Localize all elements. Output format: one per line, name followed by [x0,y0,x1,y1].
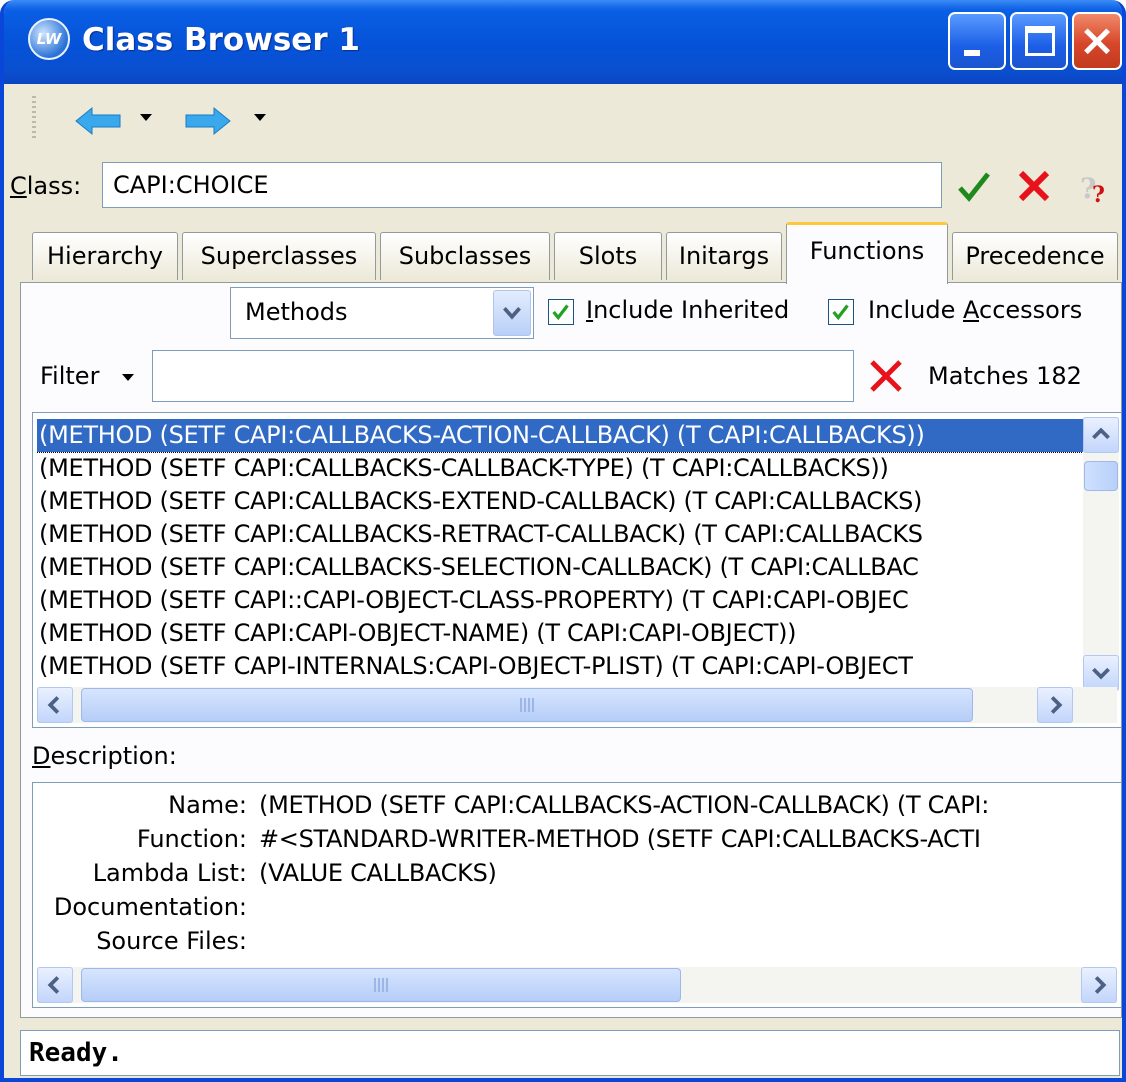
function-kind-select[interactable]: Methods [230,287,534,339]
function-kind-value: Methods [245,298,348,326]
scroll-left-button[interactable] [37,687,73,723]
lispworks-app-icon[interactable]: LW [28,18,70,60]
tab-strip: Hierarchy Superclasses Subclasses Slots … [4,222,1122,284]
status-bar: Ready. [4,1024,1122,1078]
chevron-down-icon [1092,667,1110,680]
description-row-documentation: Documentation: [33,893,1119,925]
list-item[interactable]: (METHOD (SETF CAPI:CALLBACKS-ACTION-CALL… [37,419,1083,453]
tab-initargs[interactable]: Initargs [666,232,782,280]
description-label: Description: [32,742,177,770]
back-history-dropdown[interactable] [140,114,152,121]
filter-dropdown-caret[interactable] [122,374,134,381]
toolbar [4,84,1122,156]
forward-arrow-icon[interactable] [184,106,232,136]
description-key: Name: [168,791,247,819]
scroll-right-button[interactable] [1081,967,1117,1003]
description-value[interactable]: (METHOD (SETF CAPI:CALLBACKS-ACTION-CALL… [259,791,989,819]
check-icon [552,304,569,321]
maximize-button[interactable] [1010,12,1068,70]
functions-list[interactable]: (METHOD (SETF CAPI:CALLBACKS-ACTION-CALL… [32,412,1122,728]
include-inherited-checkbox[interactable] [548,299,574,325]
chevron-left-icon [47,976,60,994]
svg-text:?: ? [1092,182,1105,208]
toolbar-grip[interactable] [32,96,36,140]
scroll-left-button[interactable] [37,967,73,1003]
list-item[interactable]: (METHOD (SETF CAPI:CALLBACKS-EXTEND-CALL… [37,485,1083,518]
checkmark-icon[interactable] [954,166,994,206]
list-item[interactable]: (METHOD (SETF CAPI::CAPI-OBJECT-CLASS-PR… [37,584,1083,617]
list-item[interactable]: (METHOD (SETF CAPI:CAPI-OBJECT-NAME) (T … [37,617,1083,650]
matches-count: Matches 182 [928,362,1082,390]
scroll-right-button[interactable] [1037,687,1073,723]
scroll-thumb[interactable] [81,968,681,1002]
description-key: Lambda List: [92,859,247,887]
tab-hierarchy[interactable]: Hierarchy [32,232,178,280]
description-key: Documentation: [53,893,247,921]
scroll-thumb[interactable] [1084,461,1118,491]
description-key: Source Files: [96,927,247,955]
close-icon: × [1078,15,1116,66]
cancel-x-icon[interactable] [1014,166,1054,206]
description-value[interactable]: (VALUE CALLBACKS) [259,859,497,887]
list-item[interactable]: (METHOD (SETF CAPI:CALLBACKS-RETRACT-CAL… [37,518,1083,551]
forward-history-dropdown[interactable] [254,114,266,121]
list-item[interactable]: (METHOD (SETF CAPI:CALLBACKS-CALLBACK-TY… [37,452,1083,485]
class-row: Class: CAPI:CHOICE ? ? [4,156,1122,218]
back-arrow-icon[interactable] [74,106,122,136]
description-key: Function: [136,825,247,853]
chevron-right-icon [1050,696,1063,714]
include-accessors-checkbox[interactable] [828,299,854,325]
class-input[interactable]: CAPI:CHOICE [102,162,942,208]
tab-subclasses[interactable]: Subclasses [380,232,550,280]
description-row-source-files: Source Files: [33,927,1119,959]
tab-functions[interactable]: Functions [786,222,948,284]
title-bar[interactable]: LW Class Browser 1 × [4,0,1122,84]
maximize-icon [1025,26,1055,56]
check-icon [832,304,849,321]
description-value[interactable]: #<STANDARD-WRITER-METHOD (SETF CAPI:CALL… [259,825,981,853]
status-text: Ready. [20,1030,1120,1076]
functions-list-rows: (METHOD (SETF CAPI:CALLBACKS-ACTION-CALL… [37,419,1083,689]
window-title: Class Browser 1 [82,22,360,58]
scroll-down-button[interactable] [1083,655,1119,691]
list-horizontal-scrollbar[interactable] [37,687,1117,723]
include-inherited-label[interactable]: Include Inherited [586,296,789,324]
chevron-right-icon [1094,976,1107,994]
chevron-down-icon[interactable] [493,290,531,336]
close-button[interactable]: × [1072,12,1122,70]
description-row-function: Function: #<STANDARD-WRITER-METHOD (SETF… [33,825,1119,857]
list-item[interactable]: (METHOD (SETF CAPI:CALLBACKS-SELECTION-C… [37,551,1083,584]
list-vertical-scrollbar[interactable] [1083,417,1119,691]
help-icon[interactable]: ? ? [1076,168,1116,208]
list-item[interactable]: (METHOD (SETF CAPI-INTERNALS:CAPI-OBJECT… [37,650,1083,683]
filter-menu-label[interactable]: Filter [40,362,99,390]
minimize-icon [964,50,980,56]
chevron-left-icon [47,696,60,714]
filter-input[interactable] [152,350,854,402]
tab-precedence[interactable]: Precedence [952,232,1118,280]
description-pane[interactable]: Name: (METHOD (SETF CAPI:CALLBACKS-ACTIO… [32,782,1122,1008]
tab-superclasses[interactable]: Superclasses [182,232,376,280]
scroll-thumb[interactable] [81,688,973,722]
description-horizontal-scrollbar[interactable] [37,967,1117,1003]
description-row-lambda-list: Lambda List: (VALUE CALLBACKS) [33,859,1119,891]
chevron-up-icon [1092,427,1110,440]
clear-filter-icon[interactable] [866,356,906,396]
scroll-up-button[interactable] [1083,417,1119,453]
class-label: Class: [10,172,82,200]
description-row-name: Name: (METHOD (SETF CAPI:CALLBACKS-ACTIO… [33,791,1119,823]
tab-slots[interactable]: Slots [554,232,662,280]
minimize-button[interactable] [948,12,1006,70]
include-accessors-label[interactable]: Include Accessors [868,296,1082,324]
class-browser-window: LW Class Browser 1 × Class: CAPI:CHOICE … [0,0,1126,1082]
